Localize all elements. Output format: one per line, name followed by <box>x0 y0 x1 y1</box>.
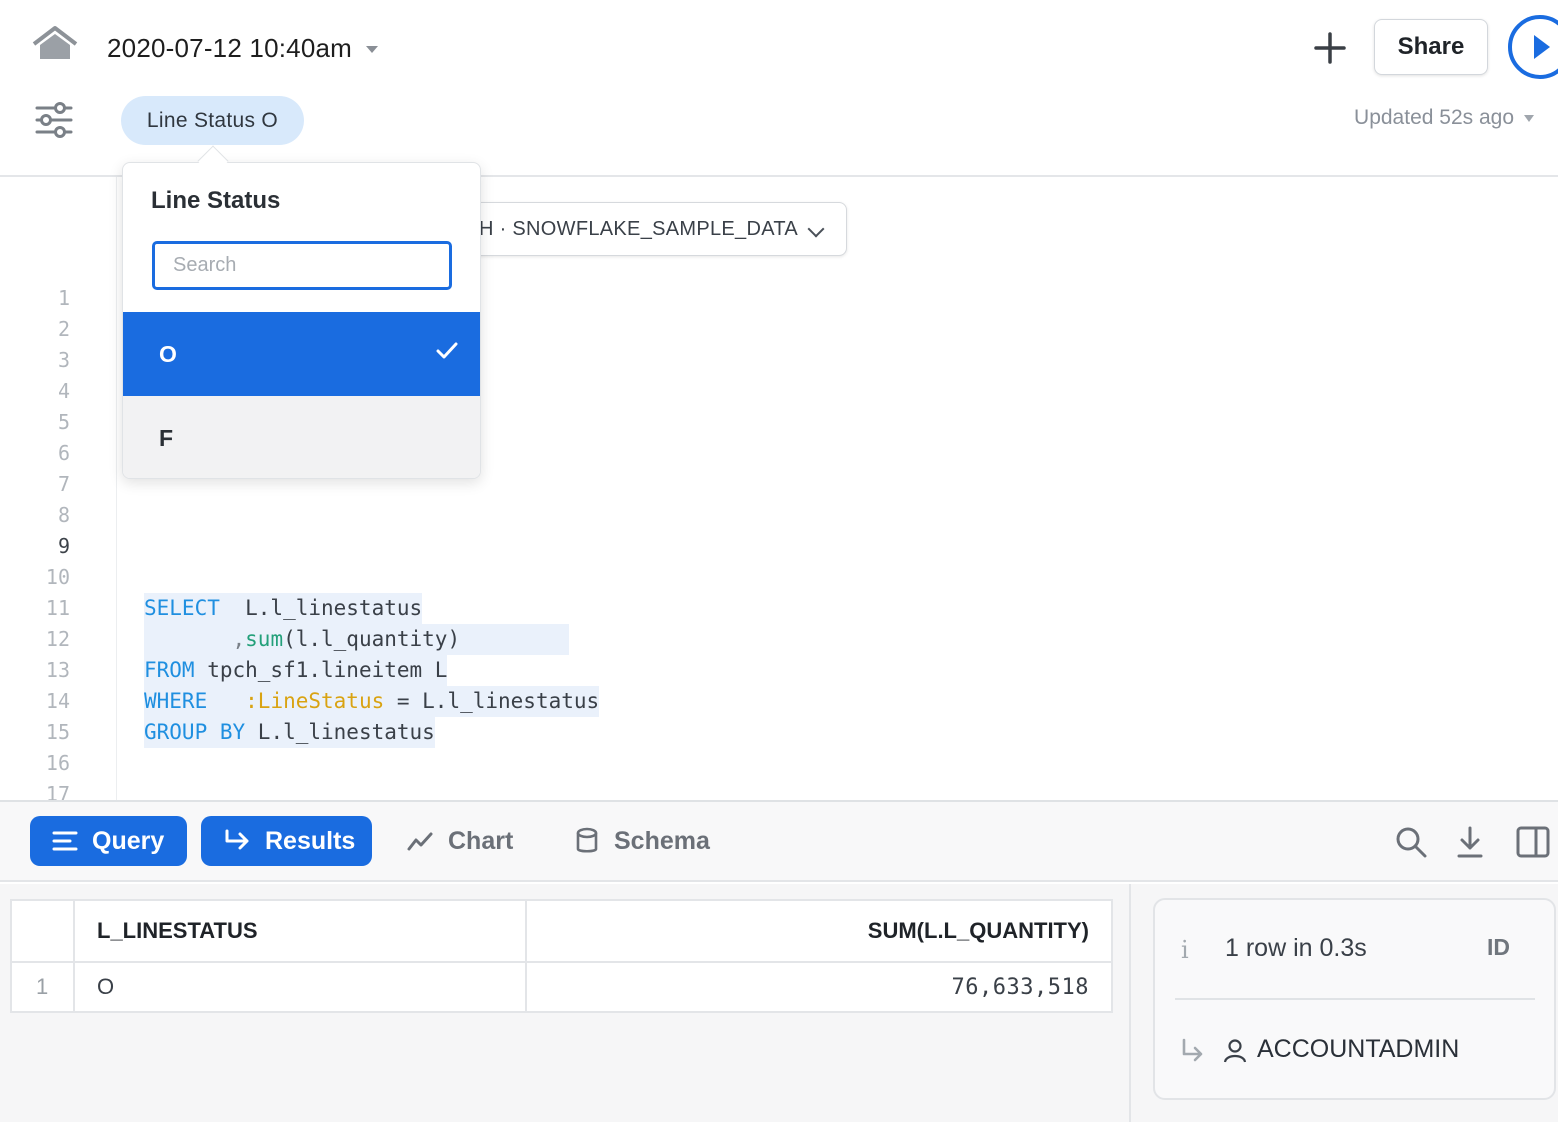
line-number-active: 9 <box>57 534 70 558</box>
tab-results-label: Results <box>265 826 356 855</box>
sql-text: , <box>144 627 246 651</box>
line-number: 8 <box>57 503 70 527</box>
updated-text: Updated 52s ago <box>1354 106 1514 129</box>
table-row[interactable]: 1 O 76,633,518 <box>10 961 1113 1013</box>
line-status-dropdown: Line Status O F <box>122 162 481 479</box>
column-header[interactable]: L_LINESTATUS <box>73 899 527 963</box>
database-icon <box>576 827 598 853</box>
sql-keyword: FROM <box>144 658 195 682</box>
sql-text: = L.l_linestatus <box>384 689 600 713</box>
caret-down-icon <box>1524 114 1534 122</box>
line-numbers: 1 2 3 4 5 6 7 8 9 10 11 12 13 14 15 16 1… <box>0 283 78 810</box>
line-number: 13 <box>45 658 70 682</box>
line-number: 3 <box>57 348 70 372</box>
info-divider <box>1175 998 1535 1000</box>
run-button[interactable] <box>1508 15 1558 79</box>
sql-text: L.l_linestatus <box>219 596 423 620</box>
updated-status[interactable]: Updated 52s ago <box>1354 106 1534 130</box>
chart-line-icon <box>407 832 433 851</box>
filter-settings-icon[interactable] <box>34 102 74 138</box>
line-number: 2 <box>57 317 70 341</box>
code-line-11: SELECT L.l_linestatus <box>144 593 423 624</box>
return-arrow-icon <box>1182 1038 1203 1062</box>
line-number: 1 <box>57 286 70 310</box>
line-number: 15 <box>45 720 70 744</box>
chevron-down-icon <box>807 220 825 238</box>
query-id-link[interactable]: ID <box>1487 934 1510 961</box>
sql-function: sum <box>245 627 284 651</box>
play-icon <box>1534 35 1550 59</box>
line-number: 4 <box>57 379 70 403</box>
database-selector-label: H · SNOWFLAKE_SAMPLE_DATA <box>479 217 799 240</box>
sql-parameter: :LineStatus <box>245 689 385 713</box>
search-icon[interactable] <box>1393 824 1429 860</box>
share-button[interactable]: Share <box>1374 19 1488 75</box>
results-arrow-icon <box>225 829 249 850</box>
code-line-14: WHERE :LineStatus = L.l_linestatus <box>144 686 600 717</box>
sql-keyword: SELECT <box>144 596 220 620</box>
worksheet-title-text: 2020-07-12 10:40am <box>107 32 353 63</box>
checkmark-icon <box>436 342 458 359</box>
dropdown-option-o[interactable]: O <box>123 312 480 396</box>
tab-schema-label: Schema <box>614 826 710 855</box>
option-label: F <box>159 424 174 451</box>
filter-chip-line-status[interactable]: Line Status O <box>121 96 304 145</box>
results-toolbar: Query Results Chart Schema <box>0 802 1558 882</box>
table-cell[interactable]: 76,633,518 <box>525 961 1113 1013</box>
code-line-15: GROUP BY L.l_linestatus <box>144 717 435 748</box>
dropdown-option-f[interactable]: F <box>123 396 480 478</box>
dropdown-title: Line Status <box>151 187 281 214</box>
query-info-card: i 1 row in 0.3s ID ACCOUNTADMIN <box>1153 898 1556 1100</box>
line-number: 11 <box>45 596 70 620</box>
caret-down-icon <box>366 45 379 53</box>
filter-chip-label: Line Status O <box>146 108 279 132</box>
line-number: 10 <box>45 565 70 589</box>
line-number: 12 <box>45 627 70 651</box>
table-header-row: L_LINESTATUS SUM(L.L_QUANTITY) <box>10 899 1113 963</box>
table-cell[interactable]: O <box>73 961 527 1013</box>
sql-text: L.l_linestatus <box>245 720 435 744</box>
row-number: 1 <box>10 961 75 1013</box>
user-icon <box>1223 1039 1247 1063</box>
worksheet-title[interactable]: 2020-07-12 10:40am <box>107 30 379 66</box>
download-icon[interactable] <box>1452 824 1488 860</box>
query-lines-icon <box>52 831 78 851</box>
code-line-12: ,sum(l.l_quantity) <box>144 624 569 655</box>
results-table: L_LINESTATUS SUM(L.L_QUANTITY) 1 O 76,63… <box>10 899 1113 1013</box>
sql-text: (l.l_quantity) <box>283 627 461 651</box>
add-icon[interactable] <box>1308 26 1352 70</box>
tab-query-label: Query <box>92 826 165 855</box>
tab-chart[interactable]: Chart <box>406 816 513 866</box>
column-header[interactable]: SUM(L.L_QUANTITY) <box>525 899 1113 963</box>
row-number-header <box>10 899 75 963</box>
option-label: O <box>159 340 177 367</box>
line-number: 6 <box>57 441 70 465</box>
tab-results[interactable]: Results <box>201 816 372 866</box>
role-name: ACCOUNTADMIN <box>1257 1035 1460 1063</box>
home-icon[interactable] <box>30 24 80 64</box>
sql-text: tpch_sf1.lineitem L <box>194 658 448 682</box>
sql-keyword: GROUP BY <box>144 720 246 744</box>
sql-keyword: WHERE <box>144 689 208 713</box>
code-line-13: FROM tpch_sf1.lineitem L <box>144 655 448 686</box>
line-number: 16 <box>45 751 70 775</box>
line-number: 7 <box>57 472 70 496</box>
dropdown-search-input[interactable] <box>152 241 452 290</box>
gutter-divider <box>116 177 117 800</box>
tab-query[interactable]: Query <box>30 816 187 866</box>
split-view-icon[interactable] <box>1515 824 1551 860</box>
tab-chart-label: Chart <box>448 826 514 855</box>
query-summary: 1 row in 0.3s <box>1225 934 1367 962</box>
line-number: 5 <box>57 410 70 434</box>
info-icon: i <box>1181 936 1189 964</box>
database-selector[interactable]: H · SNOWFLAKE_SAMPLE_DATA <box>440 202 847 256</box>
line-number: 14 <box>45 689 70 713</box>
tab-schema[interactable]: Schema <box>574 816 710 866</box>
